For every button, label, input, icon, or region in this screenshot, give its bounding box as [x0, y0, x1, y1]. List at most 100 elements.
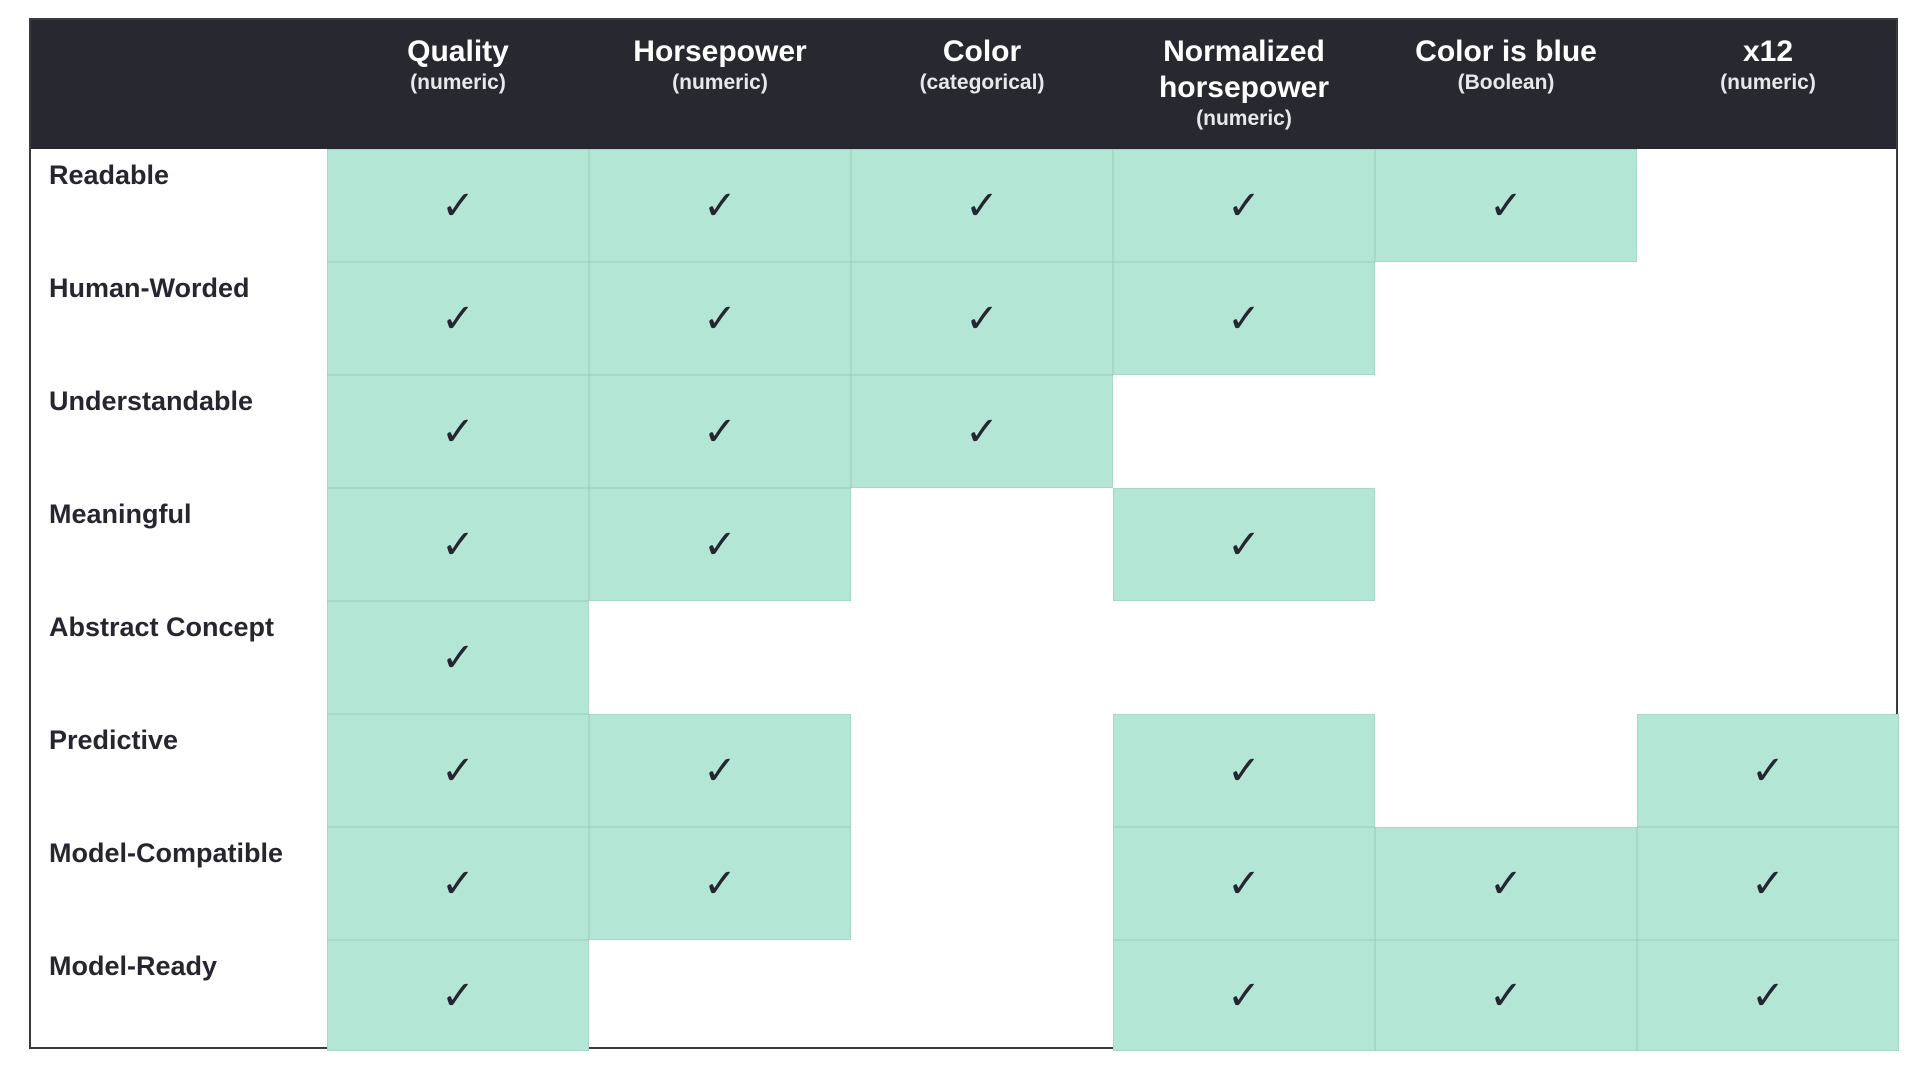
- check-icon: ✓: [965, 408, 999, 455]
- table-cell: [1375, 375, 1637, 488]
- check-icon: ✓: [1489, 972, 1523, 1019]
- check-icon: ✓: [703, 860, 737, 907]
- table-header: Quality (numeric) Horsepower (numeric) Color…: [31, 20, 1896, 149]
- check-icon: ✓: [703, 521, 737, 568]
- table-cell: ✓: [1637, 714, 1899, 827]
- table-cell: [589, 601, 851, 714]
- row-label: Human-Worded: [49, 273, 250, 303]
- row-label: Abstract Concept: [49, 612, 275, 642]
- table-cell: ✓: [589, 375, 851, 488]
- check-icon: ✓: [441, 747, 475, 794]
- check-icon: ✓: [1489, 860, 1523, 907]
- check-icon: ✓: [1227, 972, 1261, 1019]
- table-cell: ✓: [589, 827, 851, 940]
- row-label: Understandable: [49, 386, 254, 416]
- column-title: Horsepower: [633, 35, 807, 68]
- row-label: Predictive: [49, 725, 179, 755]
- table-cell: ✓: [589, 149, 851, 262]
- check-icon: ✓: [441, 295, 475, 342]
- table-cell: [1375, 262, 1637, 375]
- table-cell: ✓: [1113, 262, 1375, 375]
- table-cell: ✓: [327, 149, 589, 262]
- table-cell: ✓: [1113, 149, 1375, 262]
- table-cell: [1637, 601, 1899, 714]
- check-icon: ✓: [1489, 182, 1523, 229]
- column-header: Normalized horsepower (numeric): [1113, 20, 1375, 149]
- check-icon: ✓: [703, 747, 737, 794]
- check-icon: ✓: [1227, 860, 1261, 907]
- table-cell: ✓: [327, 601, 589, 714]
- feature-properties-table: Quality (numeric) Horsepower (numeric) Color…: [29, 18, 1899, 1051]
- check-icon: ✓: [1227, 182, 1261, 229]
- table-cell: ✓: [1375, 940, 1637, 1051]
- table-cell: ✓: [851, 262, 1113, 375]
- table-cell: ✓: [589, 262, 851, 375]
- table-cell: [1113, 375, 1375, 488]
- column-title: Quality: [407, 35, 509, 68]
- column-header: Horsepower (numeric): [589, 20, 851, 149]
- column-title: x12: [1742, 35, 1794, 68]
- check-icon: ✓: [441, 860, 475, 907]
- column-type: (numeric): [1196, 107, 1292, 130]
- row-label: Model-Ready: [49, 951, 218, 981]
- column-type: (categorical): [919, 71, 1045, 94]
- check-icon: ✓: [965, 182, 999, 229]
- column-title: Normalized horsepower: [1158, 35, 1330, 104]
- table-cell: [1113, 601, 1375, 714]
- table-cell: [851, 940, 1113, 1051]
- table-cell: [851, 827, 1113, 940]
- column-header: Color is blue (Boolean): [1375, 20, 1637, 149]
- table-cell: ✓: [1113, 714, 1375, 827]
- table-cell: [1637, 488, 1899, 601]
- column-type: (numeric): [1720, 71, 1816, 94]
- table-cell: ✓: [1113, 940, 1375, 1051]
- column-type: (numeric): [672, 71, 768, 94]
- table-cell: ✓: [327, 488, 589, 601]
- table-cell: ✓: [1637, 827, 1899, 940]
- column-title: Color: [942, 35, 1022, 68]
- table-cell: ✓: [589, 714, 851, 827]
- table-cell: ✓: [327, 827, 589, 940]
- check-icon: ✓: [703, 408, 737, 455]
- table-cell: [1637, 375, 1899, 488]
- table-cell: ✓: [327, 714, 589, 827]
- check-icon: ✓: [703, 295, 737, 342]
- table-cell: [851, 714, 1113, 827]
- table-cell: [1637, 149, 1899, 262]
- table-cell: ✓: [327, 940, 589, 1051]
- table-cell: ✓: [851, 149, 1113, 262]
- column-title: Color is blue: [1415, 35, 1597, 68]
- check-icon: ✓: [1227, 747, 1261, 794]
- check-icon: ✓: [1227, 521, 1261, 568]
- check-icon: ✓: [441, 634, 475, 681]
- column-type: (Boolean): [1457, 71, 1555, 94]
- table-cell: ✓: [327, 262, 589, 375]
- check-icon: ✓: [703, 182, 737, 229]
- column-header: Color (categorical): [851, 20, 1113, 149]
- table-cell: ✓: [851, 375, 1113, 488]
- check-icon: ✓: [1227, 295, 1261, 342]
- table-cell: ✓: [1113, 827, 1375, 940]
- table-cell: [1375, 714, 1637, 827]
- row-label: Model-Compatible: [49, 838, 283, 868]
- table-cell: [1637, 262, 1899, 375]
- check-icon: ✓: [441, 408, 475, 455]
- table-cell: [851, 488, 1113, 601]
- check-icon: ✓: [441, 972, 475, 1019]
- table-cell: ✓: [589, 488, 851, 601]
- table-cell: [589, 940, 851, 1051]
- row-label: Readable: [49, 160, 170, 190]
- table-cell: [1375, 601, 1637, 714]
- table-cell: ✓: [1375, 827, 1637, 940]
- table-cell: [1375, 488, 1637, 601]
- table-cell: ✓: [327, 375, 589, 488]
- table-cell: ✓: [1113, 488, 1375, 601]
- column-type: (numeric): [410, 71, 506, 94]
- table-cell: ✓: [1637, 940, 1899, 1051]
- check-icon: ✓: [965, 295, 999, 342]
- check-icon: ✓: [1751, 972, 1785, 1019]
- row-label: Meaningful: [49, 499, 192, 529]
- column-header: Quality (numeric): [327, 20, 589, 149]
- table-cell: ✓: [1375, 149, 1637, 262]
- check-icon: ✓: [1751, 747, 1785, 794]
